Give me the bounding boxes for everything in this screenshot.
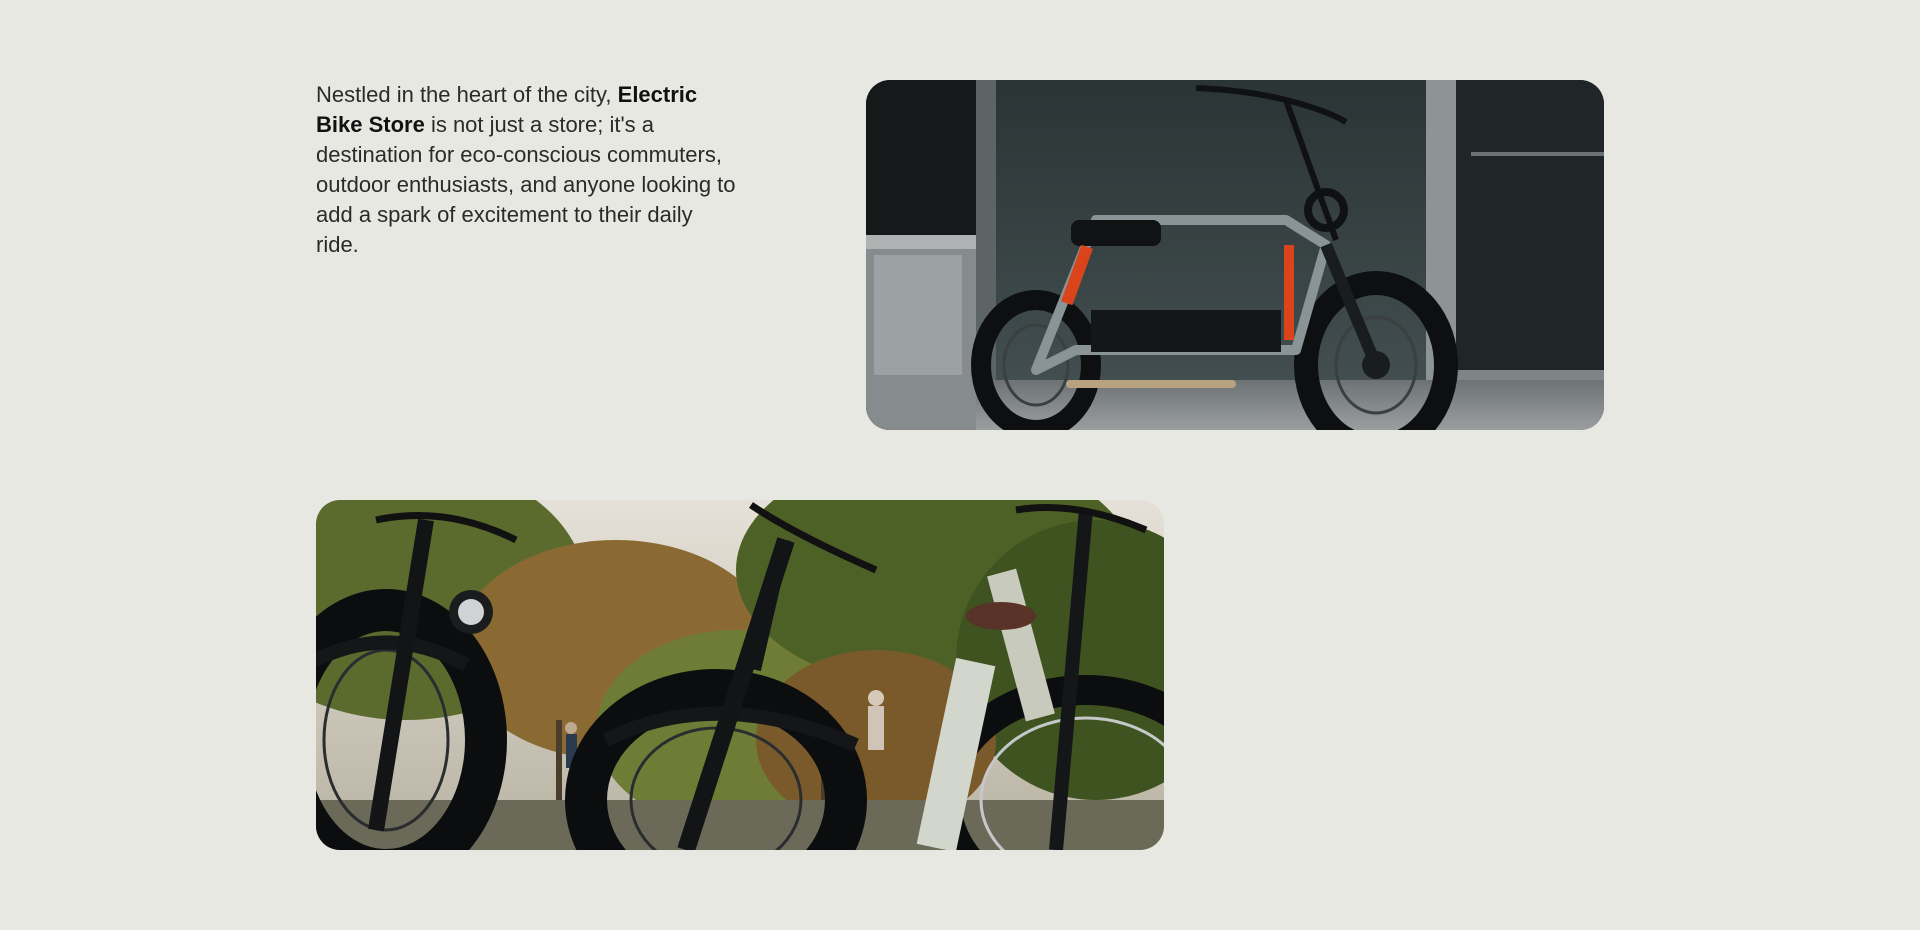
intro-text-start: Nestled in the heart of the city,	[316, 82, 618, 107]
fat-tire-ebikes-photo	[316, 500, 1164, 850]
intro-paragraph: Nestled in the heart of the city, Electr…	[316, 80, 736, 260]
electric-scooter-bike-photo	[866, 80, 1604, 430]
